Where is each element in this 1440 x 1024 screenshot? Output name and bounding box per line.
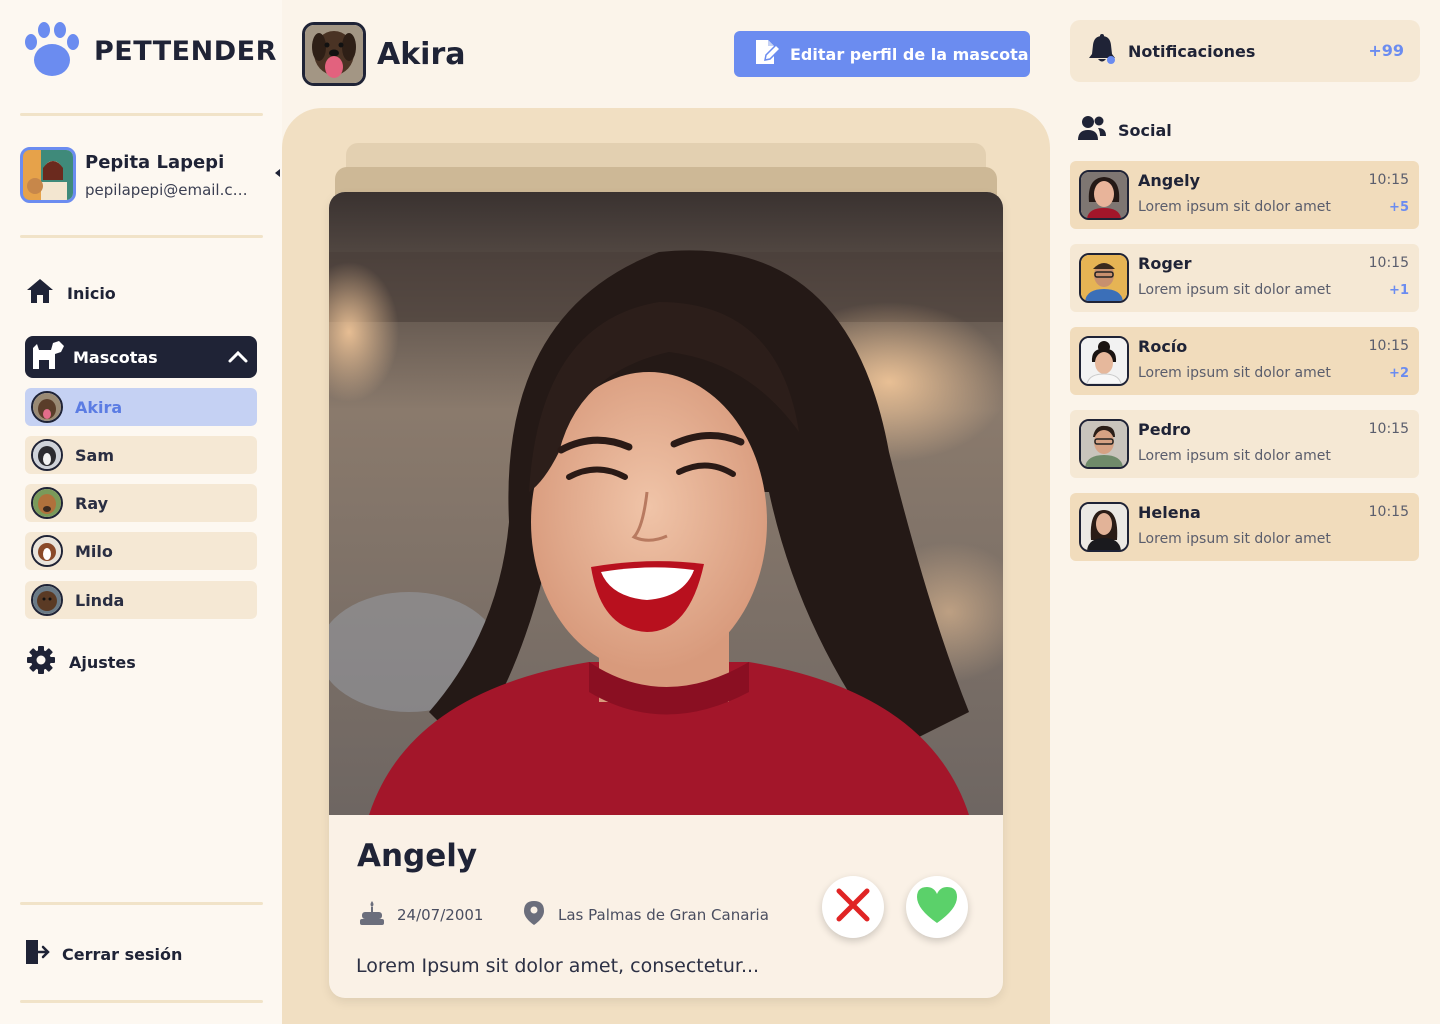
pet-item-akira[interactable]: Akira (25, 388, 257, 426)
chat-message: Lorem ipsum sit dolor amet (1138, 531, 1331, 547)
logout-icon (24, 938, 50, 970)
chat-name: Helena (1138, 503, 1201, 522)
pet-avatar (31, 584, 63, 616)
bell-icon (1088, 34, 1116, 68)
profile-birthdate: 24/07/2001 (359, 900, 483, 930)
profile-photo (329, 192, 1003, 815)
nav-home-label: Inicio (67, 283, 116, 303)
pet-name: Milo (75, 541, 113, 561)
chat-name: Roger (1138, 254, 1192, 273)
pet-avatar (31, 535, 63, 567)
heart-icon (915, 885, 959, 929)
profile-card[interactable]: Angely 24/07/2001 Las Palmas de Gran Can… (329, 192, 1003, 998)
reject-button[interactable] (822, 876, 884, 938)
chevron-up-icon[interactable] (227, 346, 249, 372)
nav-settings-label: Ajustes (69, 652, 136, 672)
chat-item-rocio[interactable]: Rocío Lorem ipsum sit dolor amet 10:15 +… (1070, 327, 1419, 395)
social-header: Social (1078, 114, 1172, 146)
swipe-stage: Angely 24/07/2001 Las Palmas de Gran Can… (282, 108, 1050, 1024)
chat-item-pedro[interactable]: Pedro Lorem ipsum sit dolor amet 10:15 (1070, 410, 1419, 478)
chat-time: 10:15 (1368, 421, 1409, 437)
pet-header-avatar[interactable] (302, 22, 366, 86)
chat-avatar (1079, 253, 1129, 303)
chat-time: 10:15 (1368, 504, 1409, 520)
notifications-button[interactable]: Notificaciones +99 (1070, 20, 1420, 82)
chat-time: 10:15 (1368, 338, 1409, 354)
pet-header: Akira (302, 22, 466, 86)
divider (20, 235, 263, 238)
nav-pets-label: Mascotas (73, 347, 158, 367)
pet-name: Sam (75, 445, 114, 465)
divider (20, 902, 263, 905)
profile-location: Las Palmas de Gran Canaria (522, 900, 769, 930)
pet-name: Linda (75, 590, 125, 610)
dog-icon (31, 340, 65, 374)
chat-avatar (1079, 170, 1129, 220)
pet-avatar (31, 439, 63, 471)
logout-label: Cerrar sesión (62, 944, 183, 964)
pet-header-name: Akira (377, 36, 466, 72)
social-label: Social (1118, 120, 1172, 140)
chat-avatar (1079, 419, 1129, 469)
profile-description: Lorem Ipsum sit dolor amet, consectetur.… (356, 955, 760, 977)
right-panel: Notificaciones +99 Social Angely Lorem i… (1050, 0, 1440, 1024)
chat-name: Rocío (1138, 337, 1188, 356)
pet-avatar (31, 487, 63, 519)
chat-message: Lorem ipsum sit dolor amet (1138, 282, 1331, 298)
chat-unread-badge: +1 (1389, 283, 1409, 298)
users-icon (1078, 114, 1106, 146)
pet-item-ray[interactable]: Ray (25, 484, 257, 522)
chat-time: 10:15 (1368, 172, 1409, 188)
nav-settings[interactable]: Ajustes (26, 645, 136, 679)
paw-icon (22, 22, 82, 80)
chat-message: Lorem ipsum sit dolor amet (1138, 365, 1331, 381)
pet-item-milo[interactable]: Milo (25, 532, 257, 570)
app-logo[interactable]: PETTENDER (22, 22, 277, 80)
close-icon (835, 887, 871, 927)
divider (20, 113, 263, 116)
pet-avatar (31, 391, 63, 423)
user-name: Pepita Lapepi (85, 151, 225, 173)
user-profile[interactable]: Pepita Lapepi pepilapepi@email.com (20, 147, 255, 203)
divider (20, 1000, 263, 1003)
chat-message: Lorem ipsum sit dolor amet (1138, 199, 1331, 215)
nav-pets[interactable]: Mascotas (25, 336, 257, 378)
chat-item-angely[interactable]: Angely Lorem ipsum sit dolor amet 10:15 … (1070, 161, 1419, 229)
birthdate-value: 24/07/2001 (397, 906, 484, 924)
edit-pet-profile-button[interactable]: Editar perfil de la mascota (734, 31, 1030, 77)
edit-pet-profile-label: Editar perfil de la mascota (790, 44, 1029, 64)
location-value: Las Palmas de Gran Canaria (558, 906, 769, 924)
chat-name: Pedro (1138, 420, 1191, 439)
chat-time: 10:15 (1368, 255, 1409, 271)
chat-item-helena[interactable]: Helena Lorem ipsum sit dolor amet 10:15 (1070, 493, 1419, 561)
chat-message: Lorem ipsum sit dolor amet (1138, 448, 1331, 464)
like-button[interactable] (906, 876, 968, 938)
pet-item-linda[interactable]: Linda (25, 581, 257, 619)
chat-avatar (1079, 336, 1129, 386)
gear-icon (26, 645, 56, 679)
location-pin-icon (522, 900, 546, 930)
chat-unread-badge: +2 (1389, 366, 1409, 381)
chat-name: Angely (1138, 171, 1200, 190)
app-name: PETTENDER (94, 35, 277, 67)
profile-name: Angely (357, 838, 478, 874)
pet-name: Ray (75, 493, 109, 513)
chat-avatar (1079, 502, 1129, 552)
user-email: pepilapepi@email.com (85, 180, 255, 199)
logout-button[interactable]: Cerrar sesión (24, 938, 182, 970)
notifications-label: Notificaciones (1128, 41, 1256, 61)
home-icon (26, 277, 54, 309)
user-avatar[interactable] (20, 147, 76, 203)
pet-item-sam[interactable]: Sam (25, 436, 257, 474)
pet-name: Akira (75, 397, 123, 417)
main-content: Akira Editar perfil de la mascota Angely… (282, 0, 1050, 1024)
chat-item-roger[interactable]: Roger Lorem ipsum sit dolor amet 10:15 +… (1070, 244, 1419, 312)
edit-document-icon (752, 38, 782, 70)
cake-icon (359, 900, 385, 930)
nav-home[interactable]: Inicio (26, 277, 116, 309)
chat-unread-badge: +5 (1389, 200, 1409, 215)
sidebar: PETTENDER Pepita Lapepi pepilapepi@email… (0, 0, 282, 1024)
notifications-count: +99 (1368, 41, 1404, 60)
